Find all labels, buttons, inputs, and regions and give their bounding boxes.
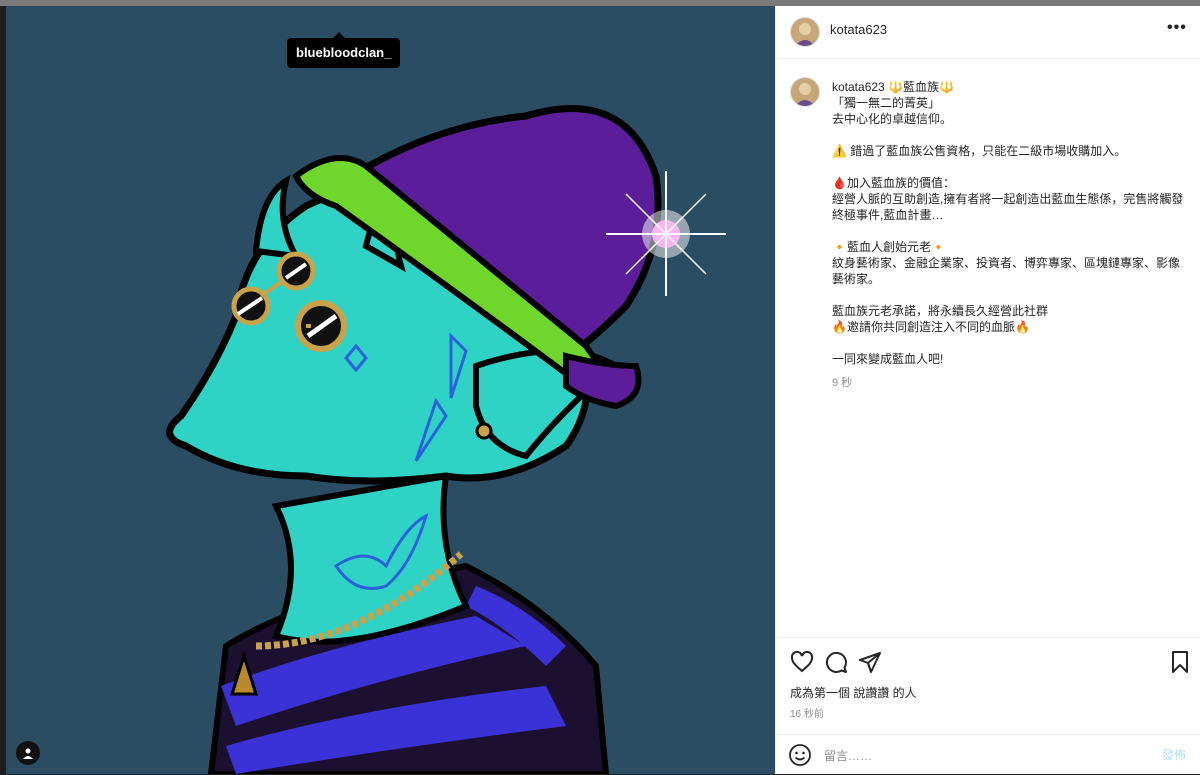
heart-icon[interactable] — [790, 650, 814, 674]
action-bar — [776, 637, 1200, 688]
user-tag-button[interactable] — [16, 741, 40, 765]
comment-input[interactable] — [822, 745, 1146, 767]
emoji-icon[interactable] — [788, 743, 812, 767]
post-comment-button[interactable]: 發佈 — [1162, 746, 1186, 763]
comments-section: kotata623 🔱藍血族🔱 「獨一無二的菁英」 去中心化的卓越信仰。 ⚠️ … — [776, 59, 1200, 637]
share-icon[interactable] — [858, 650, 882, 674]
comment-compose-bar: 發佈 — [776, 734, 1200, 775]
author-avatar[interactable] — [790, 17, 820, 47]
likes-text: 成為第一個 說讚讚 的人 — [790, 686, 917, 700]
nft-character-illustration — [6, 6, 775, 774]
more-icon[interactable]: ••• — [1167, 19, 1187, 37]
bookmark-icon[interactable] — [1168, 650, 1192, 674]
caption-text: 🔱藍血族🔱 「獨一無二的菁英」 去中心化的卓越信仰。 ⚠️ 錯過了藍血族公售資格… — [832, 80, 1184, 366]
user-tag-icon — [23, 748, 33, 759]
comment-icon[interactable] — [824, 650, 848, 674]
caption-avatar[interactable] — [790, 77, 820, 107]
post-caption: kotata623 🔱藍血族🔱 「獨一無二的菁英」 去中心化的卓越信仰。 ⚠️ … — [832, 79, 1187, 391]
post-image[interactable] — [6, 6, 775, 774]
author-username[interactable]: kotata623 — [830, 22, 887, 37]
avatar-image — [791, 18, 819, 46]
post-side-panel: kotata623 ••• kotata623 🔱藍血族🔱 「獨一無二的菁英」 … — [775, 6, 1200, 774]
avatar-image — [791, 78, 819, 106]
caption-username[interactable]: kotata623 — [832, 80, 885, 94]
post-header: kotata623 ••• — [776, 6, 1200, 59]
image-tag-tooltip[interactable]: bluebloodclan_ — [287, 32, 401, 68]
caption-age: 9 秒 — [832, 377, 853, 389]
post-timestamp: 16 秒前 — [790, 709, 824, 720]
